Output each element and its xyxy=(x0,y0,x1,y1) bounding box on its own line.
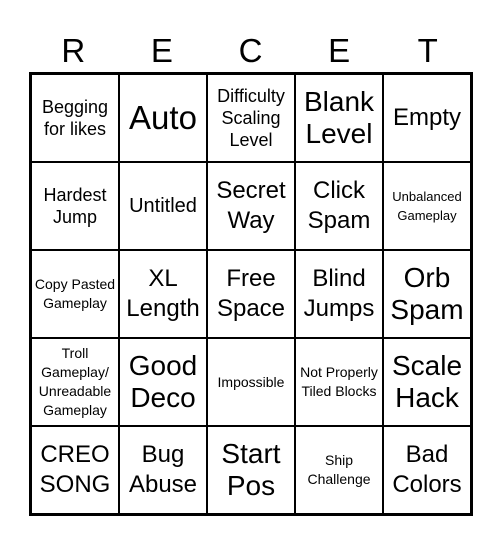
bingo-cell[interactable]: Scale Hack xyxy=(383,338,471,426)
cell-text: Empty xyxy=(392,104,461,131)
cell-text: Start Pos xyxy=(221,438,281,501)
cell-text: Click Spam xyxy=(307,177,371,234)
bingo-cell[interactable]: Unbalanced Gameplay xyxy=(383,162,471,250)
bingo-cell[interactable]: Impossible xyxy=(207,338,295,426)
cell-text: Scale Hack xyxy=(391,350,463,413)
bingo-cell[interactable]: Orb Spam xyxy=(383,250,471,338)
bingo-cell[interactable]: Auto xyxy=(119,74,207,162)
cell-text: Bug Abuse xyxy=(128,441,198,498)
bingo-cell[interactable]: Untitled xyxy=(119,162,207,250)
cell-text: CREO SONG xyxy=(39,441,111,498)
bingo-cell[interactable]: Ship Challenge xyxy=(295,426,383,514)
cell-text: Not Properly Tiled Blocks xyxy=(300,364,378,399)
bingo-cell[interactable]: Blind Jumps xyxy=(295,250,383,338)
bingo-cell[interactable]: Free Space xyxy=(207,250,295,338)
header-letter: R xyxy=(61,32,86,69)
bingo-cell[interactable]: Copy Pasted Gameplay xyxy=(31,250,119,338)
header-letter: T xyxy=(417,32,438,69)
cell-text: Bad Colors xyxy=(392,441,462,498)
cell-text: Secret Way xyxy=(216,177,286,234)
bingo-header: R E C E T xyxy=(29,30,472,72)
cell-text: Hardest Jump xyxy=(43,185,107,227)
cell-text: Unbalanced Gameplay xyxy=(392,189,462,223)
bingo-cell[interactable]: Not Properly Tiled Blocks xyxy=(295,338,383,426)
cell-text: Copy Pasted Gameplay xyxy=(34,276,116,311)
bingo-cell[interactable]: Difficulty Scaling Level xyxy=(207,74,295,162)
bingo-cell[interactable]: Begging for likes xyxy=(31,74,119,162)
cell-text: Troll Gameplay/ Unreadable Gameplay xyxy=(38,345,112,418)
bingo-cell[interactable]: XL Length xyxy=(119,250,207,338)
header-letter: E xyxy=(328,32,351,69)
bingo-cell[interactable]: Troll Gameplay/ Unreadable Gameplay xyxy=(31,338,119,426)
cell-text: Begging for likes xyxy=(41,97,109,139)
cell-text: Good Deco xyxy=(128,350,198,413)
cell-text: Ship Challenge xyxy=(307,452,371,487)
cell-text: Orb Spam xyxy=(390,262,464,325)
cell-text: Impossible xyxy=(217,373,285,390)
bingo-cell[interactable]: Secret Way xyxy=(207,162,295,250)
cell-text: Auto xyxy=(129,99,197,136)
cell-text: Untitled xyxy=(129,195,197,217)
header-letter: C xyxy=(238,32,263,69)
bingo-cell[interactable]: Hardest Jump xyxy=(31,162,119,250)
bingo-cell[interactable]: Bad Colors xyxy=(383,426,471,514)
header-letter: E xyxy=(150,32,173,69)
cell-text: Free Space xyxy=(216,265,286,322)
cell-text: Difficulty Scaling Level xyxy=(217,86,285,150)
bingo-cell[interactable]: Blank Level xyxy=(295,74,383,162)
cell-text: Blank Level xyxy=(303,86,375,149)
bingo-cell[interactable]: Start Pos xyxy=(207,426,295,514)
bingo-cell[interactable]: CREO SONG xyxy=(31,426,119,514)
bingo-cell[interactable]: Empty xyxy=(383,74,471,162)
bingo-cell[interactable]: Bug Abuse xyxy=(119,426,207,514)
bingo-cell[interactable]: Click Spam xyxy=(295,162,383,250)
cell-text: Blind Jumps xyxy=(303,265,375,322)
cell-text: XL Length xyxy=(126,265,200,322)
bingo-cell[interactable]: Good Deco xyxy=(119,338,207,426)
bingo-card: Begging for likes Auto Difficulty Scalin… xyxy=(29,72,473,516)
